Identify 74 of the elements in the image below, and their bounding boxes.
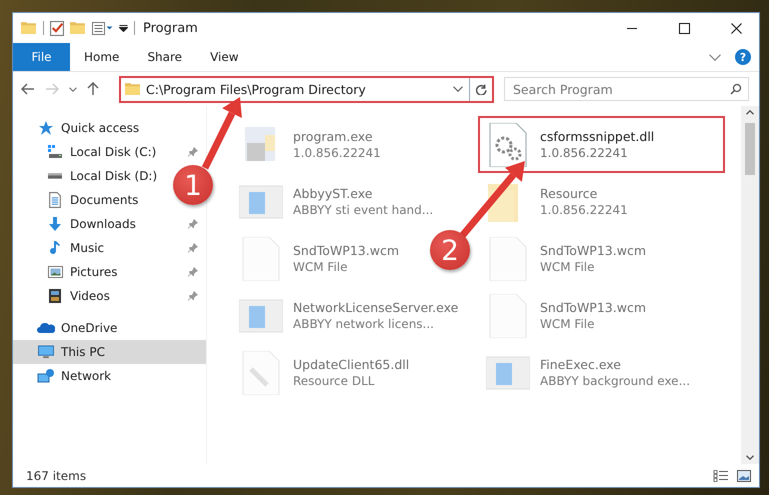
sidebar-item[interactable]: OneDrive [61, 321, 118, 335]
file-detail: Resource DLL [293, 374, 376, 388]
picture-frame-icon [48, 266, 62, 278]
monitor-icon [37, 345, 55, 359]
search-field[interactable]: Search Program [504, 77, 749, 101]
properties-icon[interactable] [50, 20, 64, 36]
scroll-down-icon[interactable] [746, 455, 754, 460]
document-icon [49, 192, 61, 208]
file-name[interactable]: AbbyyST.exe [293, 186, 434, 201]
windows-drive-icon [47, 145, 63, 159]
view-options-icon[interactable] [92, 22, 113, 34]
help-button[interactable]: ? [735, 49, 751, 65]
sidebar-item[interactable]: This PC [13, 340, 206, 364]
file-detail: ABBYY sti event hand... [293, 203, 434, 217]
file-detail: 1.0.856.22241 [540, 203, 628, 217]
music-note-icon [50, 240, 60, 256]
expand-ribbon-icon[interactable] [709, 54, 721, 60]
details-view-icon[interactable] [713, 470, 729, 482]
drive-icon [48, 173, 62, 179]
close-icon[interactable] [730, 22, 742, 34]
folder-icon [125, 82, 141, 96]
ribbon-tab[interactable]: Home [70, 43, 134, 71]
cloud-icon [37, 323, 55, 333]
ribbon-tab[interactable]: View [196, 43, 253, 71]
download-icon [48, 217, 62, 231]
file-name[interactable]: SndToWP13.wcm [540, 243, 646, 258]
window-title: Program [143, 20, 198, 36]
item-count: 167 items [26, 468, 88, 482]
file-name[interactable]: SndToWP13.wcm [293, 243, 399, 258]
sidebar-item[interactable]: Network [61, 369, 112, 383]
file-detail: 1.0.856.22241 [293, 146, 381, 160]
file-name[interactable]: UpdateClient65.dll [293, 357, 410, 372]
sidebar-item[interactable]: Quick access [61, 121, 140, 135]
scroll-up-icon[interactable] [746, 110, 754, 115]
file-detail: 1.0.856.22241 [540, 146, 629, 160]
sidebar-item[interactable]: Videos [70, 289, 110, 303]
search-icon[interactable] [730, 83, 742, 95]
customize-caret-icon[interactable] [119, 24, 128, 32]
recent-locations-icon[interactable] [69, 86, 77, 92]
pin-icon[interactable] [188, 291, 198, 301]
file-name[interactable]: Resource [540, 186, 628, 201]
file-name[interactable]: program.exe [293, 129, 381, 144]
network-icon [37, 369, 55, 383]
sidebar-item[interactable]: Local Disk (D:) [70, 169, 158, 183]
address-bar[interactable]: C:\Program Files\Program Directory [119, 76, 494, 102]
scrollbar-thumb[interactable] [745, 123, 755, 175]
dropdown-icon[interactable] [453, 86, 463, 92]
refresh-icon[interactable] [476, 84, 486, 94]
sidebar-item[interactable]: Pictures [70, 265, 118, 279]
pin-icon[interactable] [188, 219, 198, 229]
file-detail: WCM File [540, 317, 596, 331]
up-icon[interactable] [87, 82, 99, 96]
file-detail: WCM File [540, 260, 596, 274]
pin-icon[interactable] [188, 243, 198, 253]
large-icons-view-icon[interactable] [737, 470, 751, 482]
sidebar-item[interactable]: Music [70, 241, 104, 255]
sidebar-item[interactable]: Local Disk (C:) [70, 145, 156, 159]
pin-icon[interactable] [188, 147, 198, 157]
sidebar-item[interactable]: Documents [70, 193, 138, 207]
file-menu-tab[interactable]: File [13, 43, 70, 71]
file-detail: WCM File [293, 260, 348, 274]
file-detail: ABBYY background exe... [540, 374, 690, 388]
file-name[interactable]: NetworkLicenseServer.exe [293, 300, 458, 315]
star-icon [38, 120, 54, 136]
film-icon [49, 289, 61, 303]
file-name[interactable]: FineExec.exe [540, 357, 690, 372]
file-name[interactable]: SndToWP13.wcm [540, 300, 646, 315]
sidebar-item[interactable]: Downloads [70, 217, 136, 231]
pin-icon[interactable] [188, 267, 198, 277]
file-name[interactable]: csformssnippet.dll [540, 129, 654, 144]
maximize-icon[interactable] [678, 22, 690, 34]
file-detail: ABBYY network licens... [293, 317, 435, 331]
back-icon[interactable] [21, 83, 35, 95]
ribbon-tab[interactable]: Share [133, 43, 196, 71]
